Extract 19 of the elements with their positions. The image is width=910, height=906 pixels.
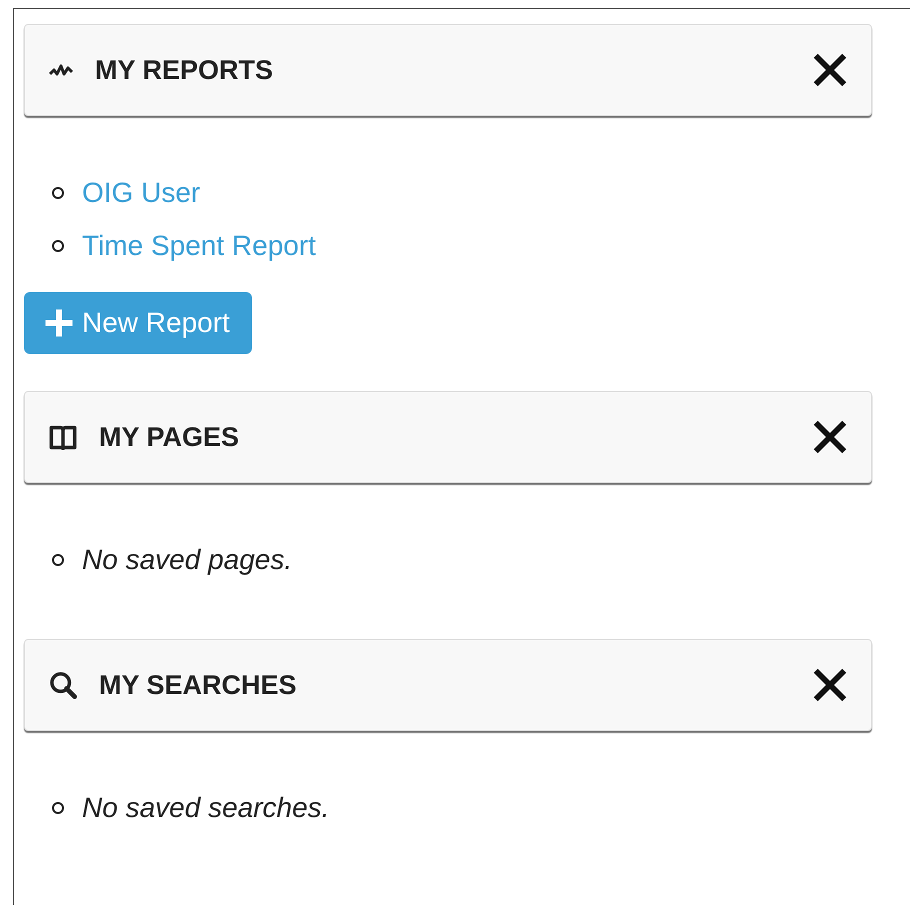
bullet-icon: [52, 186, 64, 198]
new-report-button[interactable]: New Report: [24, 292, 252, 354]
empty-message: No saved pages.: [82, 544, 292, 576]
empty-message: No saved searches.: [82, 792, 330, 824]
activity-icon: [49, 62, 73, 78]
close-icon[interactable]: [811, 51, 849, 89]
panel-title: MY REPORTS: [95, 54, 274, 86]
bullet-icon: [52, 554, 64, 566]
search-icon: [49, 671, 77, 699]
plus-icon: [44, 308, 74, 338]
bullet-icon: [52, 802, 64, 814]
panel-title: MY SEARCHES: [99, 670, 298, 700]
close-icon[interactable]: [811, 418, 849, 456]
panel-title: MY PAGES: [99, 422, 240, 452]
report-link[interactable]: OIG User: [82, 176, 200, 208]
book-icon: [49, 424, 77, 450]
report-link[interactable]: Time Spent Report: [82, 230, 316, 262]
close-icon[interactable]: [811, 666, 849, 704]
bullet-icon: [52, 240, 64, 252]
